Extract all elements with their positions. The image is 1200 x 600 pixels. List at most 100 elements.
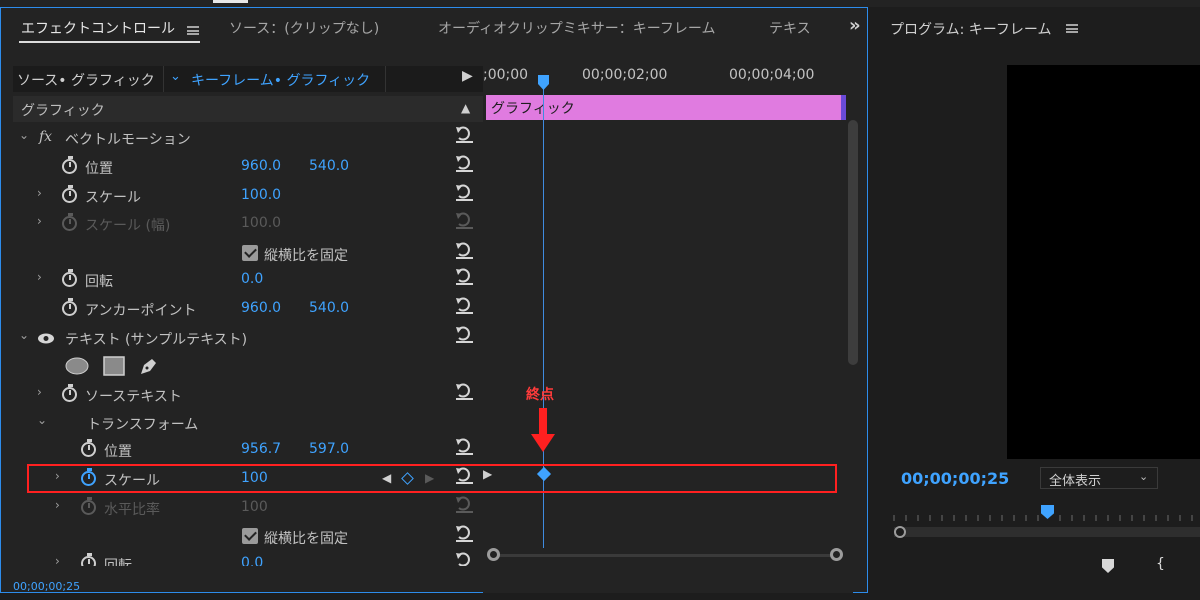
disclosure-icon[interactable]: ›	[37, 385, 42, 399]
position-x-value[interactable]: 956.7	[241, 441, 281, 457]
panel-menu-icon[interactable]	[187, 26, 199, 35]
active-tab-underline	[19, 41, 200, 43]
row-vector-motion: ⌄ fx ベクトルモーション	[13, 124, 483, 152]
disclosure-open-icon[interactable]: ⌄	[19, 128, 29, 142]
rectangle-mask-icon[interactable]	[103, 356, 125, 376]
position-y-value[interactable]: 540.0	[309, 158, 349, 174]
chevron-down-icon: ⌄	[1139, 470, 1149, 483]
time-ruler[interactable]: ;00;00 00;00;02;00 00;00;04;00	[483, 58, 843, 90]
reset-icon[interactable]	[454, 154, 476, 174]
vertical-scrollbar[interactable]	[848, 120, 858, 365]
anchor-y-value[interactable]: 540.0	[309, 300, 349, 316]
row-uniform-scale: 縦横比を固定	[13, 240, 483, 268]
reset-icon	[456, 212, 473, 229]
clip-end-handle[interactable]	[841, 95, 846, 120]
source-clip-label[interactable]: ソース• グラフィック	[17, 70, 155, 90]
clip-label: グラフィック	[491, 101, 575, 117]
checkbox-label: 縦横比を固定	[264, 531, 348, 547]
row-label: スケール (幅)	[85, 218, 171, 234]
tab-audio-clip-mixer[interactable]: オーディオクリップミキサー：キーフレーム	[438, 18, 715, 38]
eye-icon[interactable]	[37, 333, 55, 344]
disclosure-icon[interactable]: ›	[55, 498, 60, 512]
disclosure-icon[interactable]: ›	[37, 214, 42, 228]
scroll-start-handle[interactable]	[487, 548, 500, 561]
row-label: 位置	[85, 161, 113, 177]
panel-title[interactable]: プログラム: キーフレーム	[890, 19, 1052, 39]
sequence-dropdown[interactable]: キーフレーム• グラフィック	[191, 70, 370, 90]
chevron-down-icon[interactable]: ⌄	[170, 69, 181, 84]
highlight-box	[27, 464, 837, 493]
row-mask-tools	[13, 353, 483, 381]
scroll-start-handle[interactable]	[894, 526, 906, 538]
reset-icon[interactable]	[454, 524, 476, 544]
reset-icon[interactable]	[454, 125, 476, 145]
rotation-value[interactable]: 0.0	[241, 555, 263, 566]
stopwatch-icon[interactable]	[62, 185, 77, 203]
panel-menu-icon[interactable]	[1066, 24, 1078, 33]
zoom-value: 全体表示	[1049, 474, 1102, 489]
ellipse-mask-icon[interactable]	[65, 357, 89, 375]
add-marker-icon[interactable]	[1102, 559, 1114, 573]
fx-icon[interactable]: fx	[39, 129, 52, 145]
position-x-value[interactable]: 960.0	[241, 158, 281, 174]
stopwatch-icon[interactable]	[62, 156, 77, 174]
row-transform-position: 位置 956.7 597.0	[13, 436, 483, 464]
program-timecode[interactable]: 00;00;00;25	[901, 469, 1009, 488]
disclosure-open-icon[interactable]: ⌄	[37, 413, 47, 427]
row-text-layer: ⌄ テキスト (サンプルテキスト)	[13, 324, 483, 352]
stopwatch-icon[interactable]	[81, 553, 96, 566]
disclosure-open-icon[interactable]: ⌄	[19, 328, 29, 342]
row-uniform-scale-2: 縦横比を固定	[13, 523, 483, 551]
tab-text[interactable]: テキス	[769, 18, 811, 38]
reset-icon[interactable]	[454, 183, 476, 203]
tab-effect-controls[interactable]: エフェクトコントロール	[21, 18, 175, 38]
disclosure-icon[interactable]: ›	[37, 270, 42, 284]
tab-source[interactable]: ソース：(クリップなし)	[229, 18, 379, 38]
row-transform-rotation: › 回転 0.0	[13, 550, 483, 566]
reset-icon[interactable]	[454, 241, 476, 261]
program-monitor: プログラム: キーフレーム 00;00;00;25 全体表示 ⌄ {	[878, 7, 1200, 600]
play-icon[interactable]: ▶	[462, 68, 473, 84]
stopwatch-icon[interactable]	[62, 269, 77, 287]
stopwatch-icon	[81, 497, 96, 515]
graphic-clip[interactable]: グラフィック	[486, 95, 846, 120]
disclosure-icon[interactable]: ›	[37, 186, 42, 200]
stopwatch-icon[interactable]	[62, 298, 77, 316]
stopwatch-icon[interactable]	[81, 439, 96, 457]
reset-icon[interactable]	[454, 382, 476, 402]
disclosure-icon[interactable]: ›	[55, 554, 60, 566]
ruler-tick-label: ;00;00	[483, 67, 529, 83]
uniform-scale-checkbox[interactable]	[242, 245, 258, 261]
reset-icon[interactable]	[454, 267, 476, 287]
scale-value[interactable]: 100.0	[241, 187, 281, 203]
zoom-scrollbar[interactable]	[894, 527, 1200, 537]
pen-mask-icon[interactable]	[138, 355, 160, 377]
row-scale: › スケール 100.0	[13, 182, 483, 210]
current-timecode: 00;00;00;25	[13, 580, 81, 593]
position-y-value[interactable]: 597.0	[309, 441, 349, 457]
panel-tabs: エフェクトコントロール ソース：(クリップなし) オーディオクリップミキサー：キ…	[1, 8, 867, 48]
row-rotation: › 回転 0.0	[13, 266, 483, 294]
row-label: 回転	[85, 274, 113, 290]
anchor-x-value[interactable]: 960.0	[241, 300, 281, 316]
video-preview[interactable]	[1007, 65, 1200, 459]
row-label: アンカーポイント	[85, 303, 197, 319]
reset-icon[interactable]	[454, 437, 476, 457]
stopwatch-icon[interactable]	[62, 384, 77, 402]
top-bar	[0, 0, 1200, 7]
reset-icon[interactable]	[454, 296, 476, 316]
uniform-scale-checkbox[interactable]	[242, 528, 258, 544]
rotation-value[interactable]: 0.0	[241, 271, 263, 287]
more-tabs-icon[interactable]: »	[849, 15, 861, 36]
down-arrow-icon	[531, 408, 555, 452]
reset-icon[interactable]	[454, 551, 476, 566]
ruler-tick-label: 00;00;02;00	[582, 67, 668, 83]
mark-in-icon[interactable]: {	[1156, 556, 1165, 572]
scroll-end-handle[interactable]	[830, 548, 843, 561]
zoom-dropdown[interactable]: 全体表示 ⌄	[1040, 467, 1158, 489]
row-horizontal-scale: › 水平比率 100	[13, 494, 483, 522]
reset-icon[interactable]	[454, 325, 476, 345]
row-scale-width: › スケール (幅) 100.0	[13, 210, 483, 238]
collapse-icon[interactable]: ▲	[461, 101, 470, 115]
horizontal-scrollbar[interactable]	[483, 548, 848, 562]
